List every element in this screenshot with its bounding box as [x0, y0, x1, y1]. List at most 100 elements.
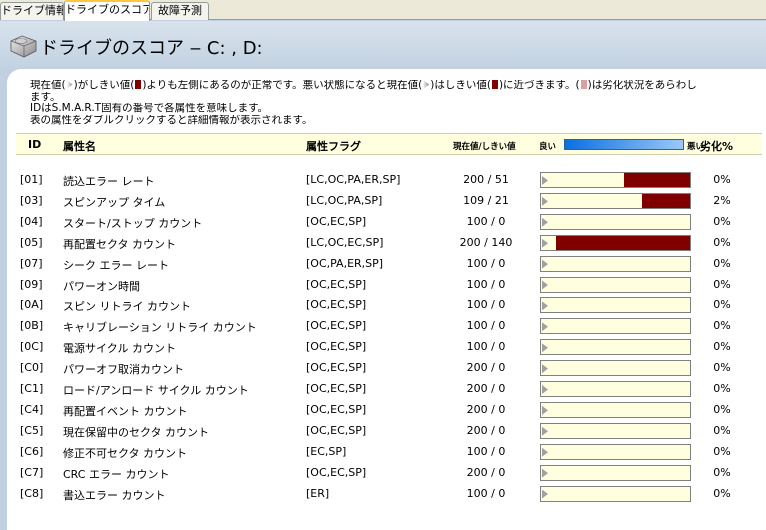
attribute-id: [09]	[20, 277, 43, 291]
current-value-pointer-icon	[542, 489, 548, 499]
table-row[interactable]: [C5] 現在保留中のセクタ カウント [OC,EC,SP] 200 / 0 0%	[0, 421, 766, 442]
attribute-value: 100 / 0	[466, 298, 506, 312]
attribute-name: スタート/ストップ カウント	[63, 216, 203, 230]
attribute-value: 109 / 21	[463, 193, 509, 207]
table-row[interactable]: [C0] パワーオフ取消カウント [OC,EC,SP] 200 / 0 0%	[0, 358, 766, 379]
attribute-value: 200 / 0	[466, 361, 506, 375]
tab-drive-score[interactable]: ドライブのスコア	[64, 0, 150, 21]
attribute-value: 100 / 0	[466, 214, 506, 228]
table-row[interactable]: [C1] ロード/アンロード サイクル カウント [OC,EC,SP] 200 / 0…	[0, 379, 766, 400]
current-value-pointer-icon	[542, 322, 548, 332]
current-value-pointer-icon	[542, 217, 548, 227]
health-bar	[540, 464, 691, 481]
attribute-wear: 0%	[713, 465, 731, 479]
threshold-marker-icon	[491, 80, 498, 89]
current-value-pointer-icon	[542, 280, 548, 290]
attribute-id: [C0]	[20, 361, 44, 375]
attribute-wear: 0%	[713, 340, 731, 354]
wear-marker-icon	[580, 80, 587, 89]
table-row[interactable]: [01] 読込エラー レート [LC,OC,PA,ER,SP] 200 / 51 0%	[0, 170, 766, 191]
table-row[interactable]: [05] 再配置セクタ カウント [LC,OC,EC,SP] 200 / 140 0%	[0, 233, 766, 254]
legend-gradient	[564, 139, 684, 150]
attribute-name: パワーオフ取消カウント	[63, 363, 184, 377]
attribute-id: [C5]	[20, 423, 44, 437]
health-bar	[540, 276, 691, 293]
attribute-flag: [OC,EC,SP]	[306, 298, 367, 312]
current-value-pointer-icon	[542, 176, 548, 185]
table-row[interactable]: [C8] 書込エラー カウント [ER] 100 / 0 0%	[0, 484, 766, 505]
attribute-flag: [OC,EC,SP]	[306, 402, 367, 416]
desc-text: )は劣化状況をあらわし	[587, 80, 697, 91]
health-bar	[540, 318, 691, 335]
description: 現在値()がしきい値()よりも左側にあるのが正常です。悪い状態になると現在値()…	[30, 80, 760, 126]
health-bar	[540, 297, 691, 314]
attribute-value: 200 / 140	[459, 235, 513, 249]
attribute-flag: [LC,OC,PA,SP]	[306, 193, 383, 207]
table-row[interactable]: [C7] CRC エラー カウント [OC,EC,SP] 200 / 0 0%	[0, 463, 766, 484]
attribute-flag: [OC,PA,ER,SP]	[306, 256, 384, 270]
table-row[interactable]: [0B] キャリブレーション リトライ カウント [OC,EC,SP] 100 / 0…	[0, 316, 766, 337]
attribute-id: [C7]	[20, 465, 44, 479]
attribute-wear: 0%	[713, 277, 731, 291]
attribute-flag: [OC,EC,SP]	[306, 214, 367, 228]
table-row[interactable]: [0C] 電源サイクル カウント [OC,EC,SP] 100 / 0 0%	[0, 337, 766, 358]
attribute-value: 200 / 0	[466, 402, 506, 416]
attribute-wear: 2%	[713, 193, 731, 207]
attribute-flag: [OC,EC,SP]	[306, 319, 367, 333]
attribute-wear: 0%	[713, 298, 731, 312]
attribute-wear: 0%	[713, 361, 731, 375]
attribute-wear: 0%	[713, 402, 731, 416]
column-name: 属性名	[63, 140, 96, 153]
table-row[interactable]: [04] スタート/ストップ カウント [OC,EC,SP] 100 / 0 0%	[0, 212, 766, 233]
health-bar	[540, 443, 691, 460]
desc-text: )に近づきます。(	[498, 80, 580, 91]
health-bar	[540, 172, 691, 188]
table-row[interactable]: [0A] スピン リトライ カウント [OC,EC,SP] 100 / 0 0%	[0, 295, 766, 316]
attribute-value: 100 / 0	[466, 256, 506, 270]
desc-text: )がしきい値(	[73, 80, 135, 91]
attribute-wear: 0%	[713, 444, 731, 458]
attribute-name: 修正不可セクタ カウント	[63, 446, 188, 460]
attribute-id: [0B]	[20, 319, 44, 333]
attribute-name: 書込エラー カウント	[63, 488, 166, 502]
attribute-name: ロード/アンロード サイクル カウント	[63, 384, 249, 397]
attribute-wear: 0%	[713, 382, 731, 395]
attribute-name: 再配置イベント カウント	[63, 404, 188, 418]
health-bar	[540, 381, 691, 397]
health-bar	[540, 360, 691, 377]
attribute-value: 100 / 0	[466, 277, 506, 291]
current-value-pointer-icon	[542, 405, 548, 415]
attribute-flag: [OC,EC,SP]	[306, 340, 367, 354]
hard-drive-icon	[10, 35, 37, 58]
attribute-flag: [OC,EC,SP]	[306, 465, 367, 479]
health-bar	[540, 422, 691, 439]
attribute-flag: [LC,OC,EC,SP]	[306, 235, 384, 249]
attribute-value: 200 / 51	[463, 173, 509, 186]
attribute-value: 200 / 0	[466, 382, 506, 395]
current-value-pointer-icon	[542, 468, 548, 478]
table-row[interactable]: [03] スピンアップ タイム [LC,OC,PA,SP] 109 / 21 2%	[0, 191, 766, 212]
table-header: ID 属性名 属性フラグ 現在値/しきい値 良い 悪い 劣化%	[16, 133, 762, 155]
column-wear: 劣化%	[700, 140, 734, 153]
table-row[interactable]: [C4] 再配置イベント カウント [OC,EC,SP] 200 / 0 0%	[0, 400, 766, 421]
attribute-id: [C1]	[20, 382, 44, 395]
current-value-pointer-icon	[542, 196, 548, 206]
tab-drive-info[interactable]: ドライブ情報	[0, 2, 64, 20]
current-value-pointer-icon	[542, 364, 548, 374]
attribute-wear: 0%	[713, 235, 731, 249]
desc-text: )よりも左側にあるのが正常です。悪い状態になると現在値(	[142, 80, 423, 91]
attribute-flag: [EC,SP]	[306, 444, 347, 458]
table-row[interactable]: [09] パワーオン時間 [OC,EC,SP] 100 / 0 0%	[0, 275, 766, 296]
attribute-value: 100 / 0	[466, 340, 506, 354]
health-bar	[540, 234, 691, 251]
attribute-wear: 0%	[713, 256, 731, 270]
attribute-value: 100 / 0	[466, 319, 506, 333]
page-header: ドライブのスコア ‒ C: , D:	[0, 21, 766, 69]
attribute-id: [0A]	[20, 298, 44, 312]
description-line-4: 表の属性をダブルクリックすると詳細情報が表示されます。	[30, 114, 313, 126]
table-row[interactable]: [C6] 修正不可セクタ カウント [EC,SP] 100 / 0 0%	[0, 442, 766, 463]
attribute-wear: 0%	[713, 423, 731, 437]
tab-failure-prediction[interactable]: 故障予測	[151, 2, 209, 20]
table-row[interactable]: [07] シーク エラー レート [OC,PA,ER,SP] 100 / 0 0%	[0, 254, 766, 275]
health-bar	[540, 192, 691, 209]
